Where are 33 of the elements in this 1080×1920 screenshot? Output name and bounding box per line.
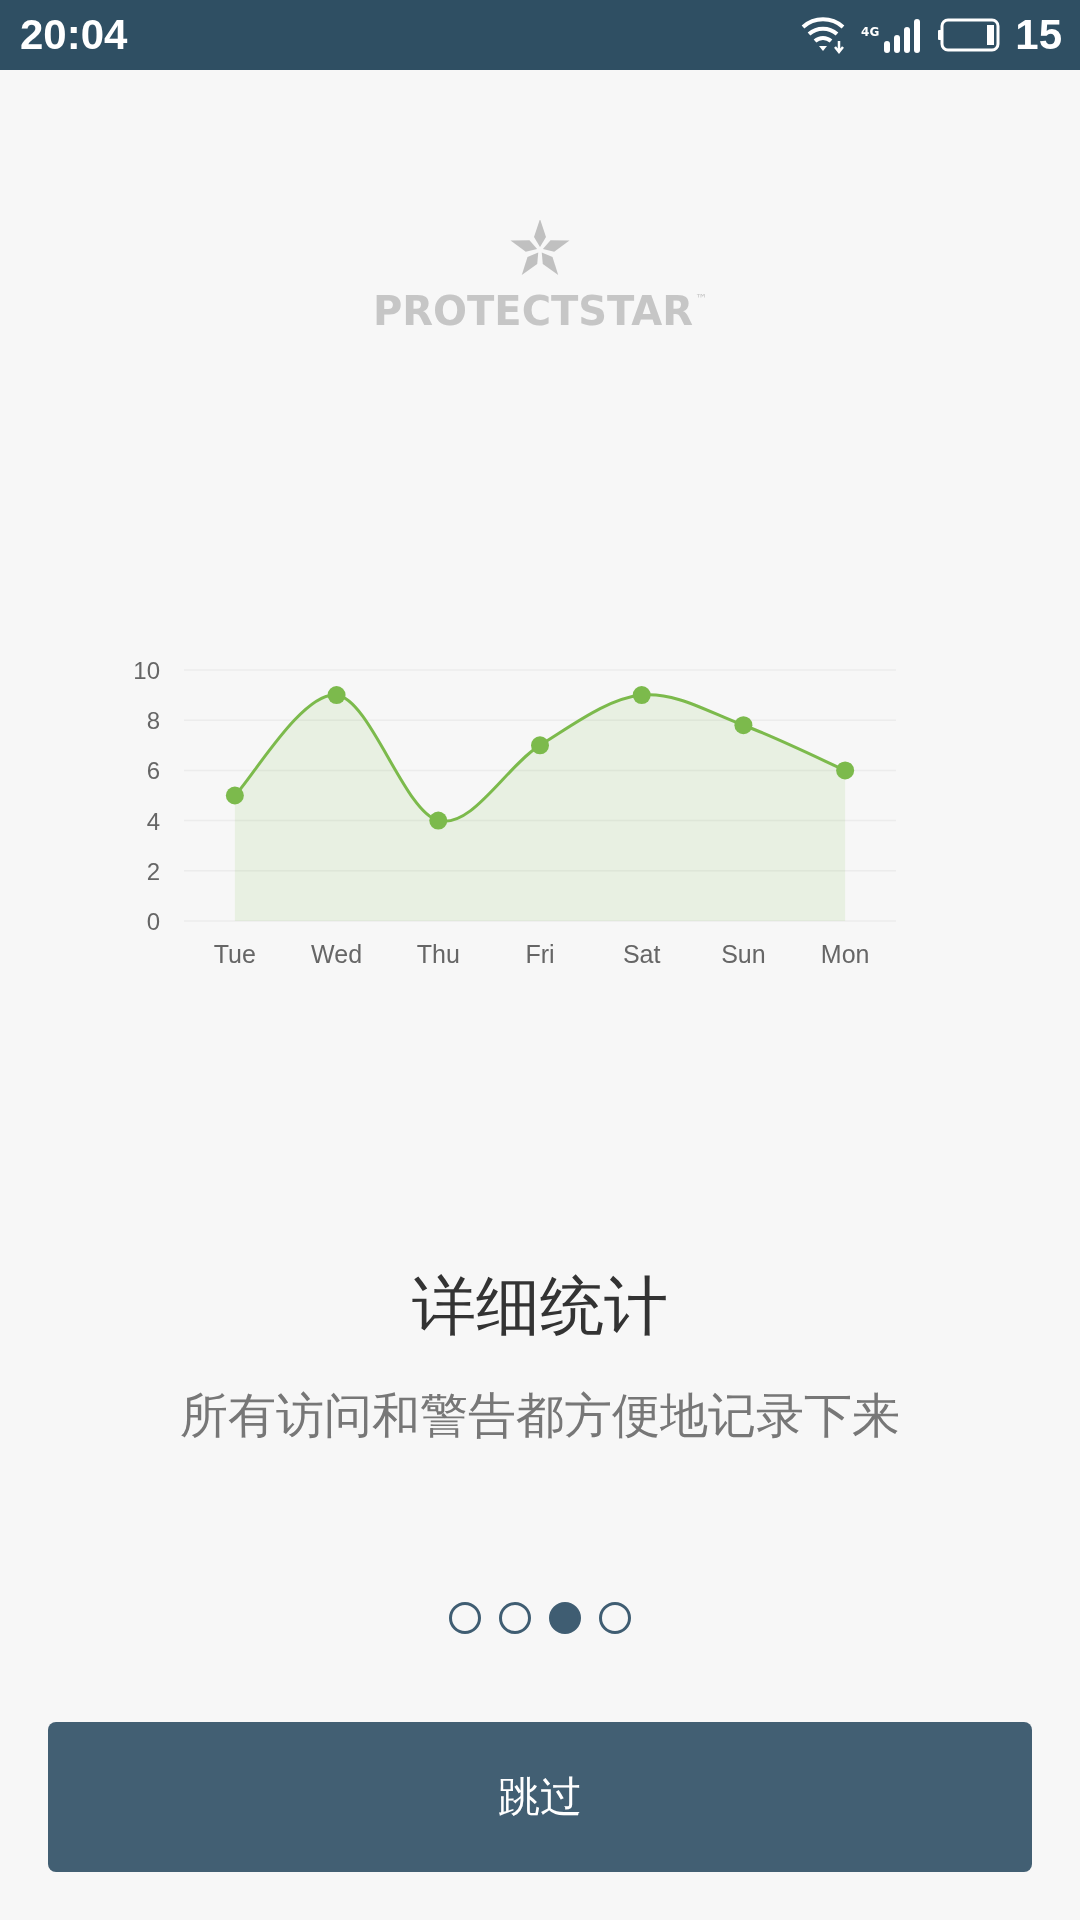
- y-axis-label: 6: [146, 757, 160, 785]
- y-axis-label: 10: [133, 657, 160, 684]
- page-indicator-dot[interactable]: [449, 1602, 481, 1634]
- star-logo-icon: [510, 220, 570, 278]
- data-point: [734, 716, 753, 735]
- page-indicator-dot[interactable]: [599, 1602, 631, 1634]
- skip-button[interactable]: 跳过: [48, 1722, 1032, 1872]
- y-axis-label: 2: [146, 857, 160, 885]
- x-axis-label: Wed: [311, 940, 363, 968]
- data-point: [429, 811, 448, 830]
- clock: 20:04: [20, 11, 128, 59]
- page-indicator-dot[interactable]: [499, 1602, 531, 1634]
- battery-level: 15: [1015, 11, 1062, 59]
- y-axis-label: 8: [146, 707, 160, 735]
- page-indicator-dot[interactable]: [549, 1602, 581, 1634]
- y-axis-label: 0: [146, 908, 160, 935]
- trademark-mark: ™: [695, 292, 708, 306]
- x-axis-label: Fri: [525, 940, 555, 968]
- y-axis-label: 4: [146, 807, 160, 835]
- x-axis-label: Sat: [622, 940, 661, 968]
- x-axis-label: Mon: [820, 940, 870, 968]
- x-axis-label: Sun: [721, 940, 766, 968]
- x-axis-label: Thu: [416, 940, 460, 968]
- x-axis-label: Tue: [213, 940, 256, 968]
- network-type: 4G: [861, 25, 880, 39]
- data-point: [327, 686, 346, 705]
- data-point: [632, 686, 651, 705]
- slide-description: 所有访问和警告都方便地记录下来: [179, 1386, 901, 1445]
- data-point: [225, 786, 244, 805]
- data-point: [531, 736, 549, 755]
- data-point: [836, 761, 855, 780]
- slide-title: 详细统计: [411, 1268, 669, 1345]
- battery-icon: [937, 18, 1002, 52]
